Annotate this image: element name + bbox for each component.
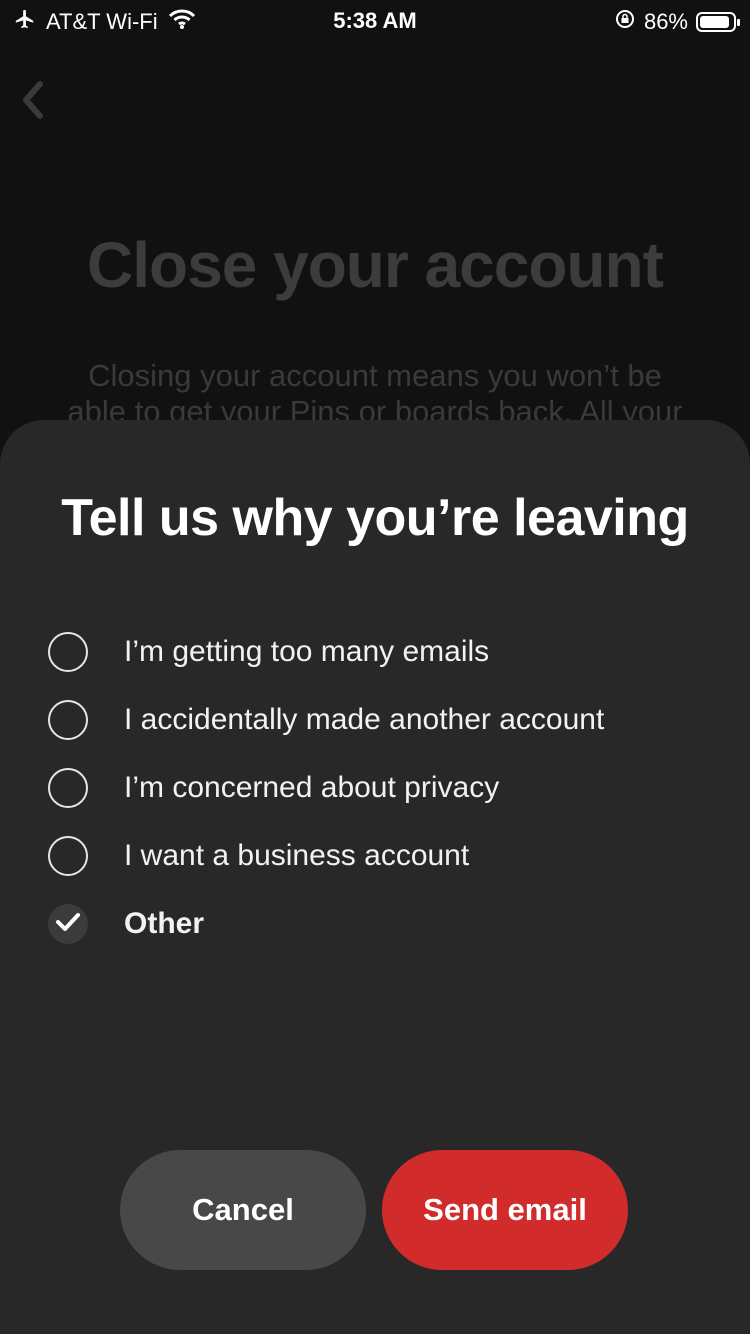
page-description-line: Closing your account means you won’t be — [88, 358, 662, 393]
reason-label: I want a business account — [124, 839, 470, 872]
reason-option[interactable]: I’m concerned about privacy — [48, 754, 604, 822]
reason-label: I’m concerned about privacy — [124, 771, 500, 804]
radio-button-checked[interactable] — [48, 904, 88, 944]
radio-button[interactable] — [48, 836, 88, 876]
reason-sheet: Tell us why you’re leaving I’m getting t… — [0, 420, 750, 1334]
status-right: 86% — [614, 8, 740, 36]
sheet-title: Tell us why you’re leaving — [61, 489, 689, 547]
reason-label: I’m getting too many emails — [124, 635, 490, 668]
reason-option-selected[interactable]: Other — [48, 890, 604, 958]
reason-label: Other — [124, 907, 205, 940]
radio-button[interactable] — [48, 700, 88, 740]
back-chevron-icon — [14, 81, 50, 126]
radio-button[interactable] — [48, 768, 88, 808]
send-email-button[interactable]: Send email — [382, 1150, 628, 1270]
reason-option[interactable]: I want a business account — [48, 822, 604, 890]
checkmark-icon — [55, 911, 81, 938]
rotation-lock-icon — [614, 8, 636, 36]
battery-percent: 86% — [643, 9, 688, 34]
reason-option[interactable]: I’m getting too many emails — [48, 618, 604, 686]
status-bar: AT&T Wi-Fi 5:38 AM 86% — [0, 0, 750, 40]
reason-label: I accidentally made another account — [124, 703, 605, 736]
sheet-actions: Cancel Send email — [120, 1150, 628, 1270]
battery-icon — [696, 12, 740, 32]
radio-button[interactable] — [48, 632, 88, 672]
reason-options: I’m getting too many emails I accidental… — [48, 618, 604, 958]
page-title: Close your account — [87, 229, 664, 301]
cancel-button[interactable]: Cancel — [120, 1150, 366, 1270]
reason-option[interactable]: I accidentally made another account — [48, 686, 604, 754]
back-button[interactable] — [14, 78, 50, 122]
